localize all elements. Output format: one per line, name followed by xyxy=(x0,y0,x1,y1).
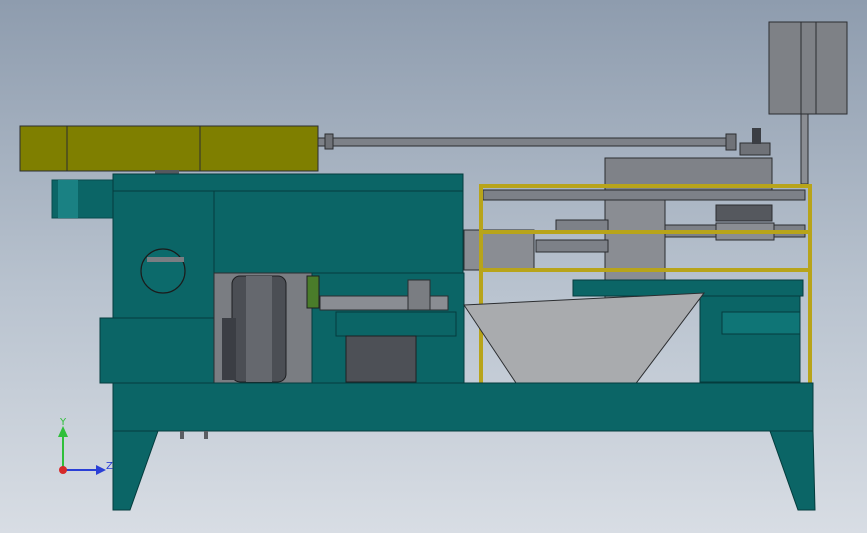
extruder-machine-model[interactable]: Y Z xyxy=(0,0,867,533)
base-frame[interactable] xyxy=(112,382,816,511)
feed-cylinder[interactable] xyxy=(51,179,115,219)
control-box[interactable] xyxy=(768,21,848,185)
cad-viewport[interactable]: Y Z xyxy=(0,0,867,533)
axis-triad: Y Z xyxy=(58,417,113,475)
tie-rod[interactable] xyxy=(317,133,737,151)
axis-origin xyxy=(59,466,67,474)
main-motor[interactable] xyxy=(19,125,319,176)
z-axis-label: Z xyxy=(106,461,113,472)
drive-pulley[interactable] xyxy=(213,272,313,384)
lower-housing[interactable] xyxy=(99,317,215,384)
y-axis-label: Y xyxy=(59,417,67,428)
center-mechanism[interactable] xyxy=(306,272,465,384)
